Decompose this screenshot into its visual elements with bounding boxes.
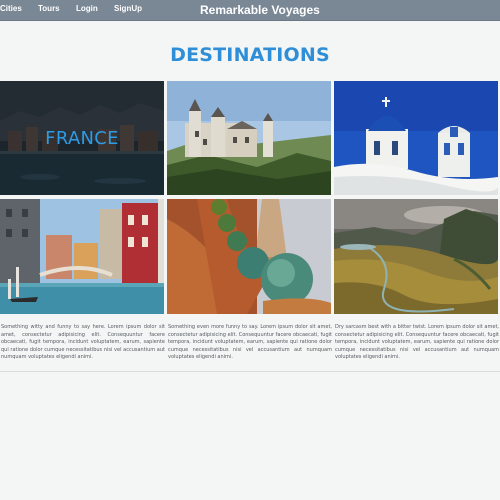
site-brand[interactable]: Remarkable Voyages [200,3,320,17]
destination-description-2: Something even more funny to say. Lorem … [168,324,332,361]
nav-link-cities[interactable]: Cities [0,4,22,13]
page-title: DESTINATIONS [170,44,330,66]
destination-tile-castle[interactable] [167,81,331,195]
top-navbar: Cities Tours Login SignUp Remarkable Voy… [0,0,500,21]
white-blue-dome-church-photo [334,81,498,195]
green-highland-valley-photo [334,199,498,314]
colorful-canal-city-photo [0,199,164,314]
destination-tile-highlands[interactable] [334,199,498,314]
destination-description-1: Something witty and funny to say here. L… [1,324,165,361]
destination-tile-church[interactable] [334,81,498,195]
nav-link-tours[interactable]: Tours [38,4,60,13]
destination-tile-canal[interactable] [0,199,164,314]
destination-label-france: FRANCE [45,127,119,149]
destination-tile-france[interactable]: FRANCE [0,81,164,195]
nav-link-signup[interactable]: SignUp [114,4,142,13]
nav-link-login[interactable]: Login [76,4,98,13]
section-divider [0,371,500,372]
destination-tile-mosaic[interactable] [167,199,331,314]
hilltop-castle-photo [167,81,331,195]
mosaic-spire-ceramic-photo [167,199,331,314]
destination-description-3: Dry sarcasm best with a bitter twist. Lo… [335,324,499,361]
